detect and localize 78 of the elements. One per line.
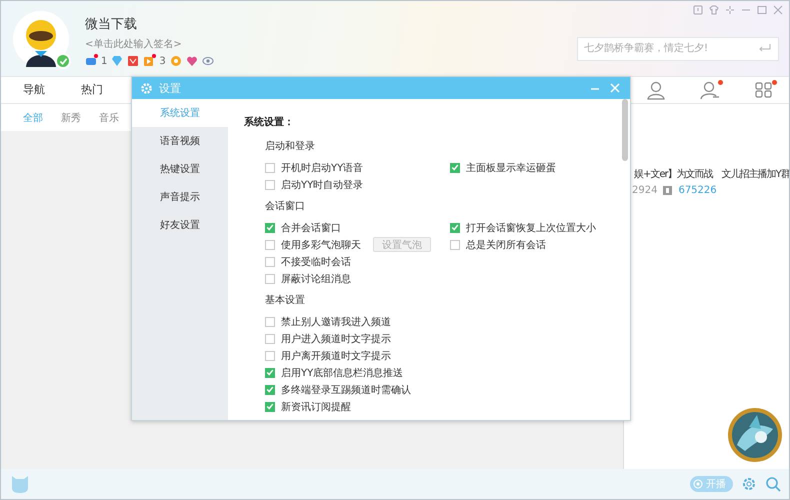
option-label: 总是关闭所有会话 (466, 238, 546, 252)
group-title: 基本设置 (265, 294, 306, 307)
heart-icon[interactable] (186, 55, 198, 67)
group-title: 启动和登录 (265, 140, 316, 153)
group-title: 会话窗口 (265, 200, 306, 213)
shirt-icon[interactable] (709, 5, 719, 15)
id-icon (663, 186, 672, 195)
mascot-icon[interactable] (9, 474, 31, 494)
close-icon[interactable] (773, 5, 783, 15)
option-label: 启动YY时自动登录 (281, 178, 364, 192)
enter-icon[interactable] (759, 44, 771, 52)
scrollbar[interactable] (622, 99, 628, 161)
checkbox[interactable] (265, 274, 275, 284)
option-label: 新资讯订阅提醒 (281, 400, 351, 414)
checkbox[interactable] (265, 180, 275, 190)
section-heading: 系统设置： (244, 116, 295, 129)
checkbox[interactable] (450, 162, 460, 172)
option-label: 用户进入频道时文字提示 (281, 332, 391, 346)
record-icon (693, 479, 703, 489)
maximize-icon[interactable] (757, 5, 767, 15)
person-icon[interactable] (645, 80, 667, 100)
checkbox[interactable] (450, 240, 460, 250)
option-label: 开机时启动YY语音 (281, 162, 364, 174)
settings-category[interactable]: 热键设置 (132, 155, 228, 183)
coin-icon[interactable] (170, 55, 182, 67)
eye-icon[interactable] (202, 55, 214, 67)
option-label: 不接受临时会话 (281, 256, 351, 268)
play-icon[interactable] (143, 55, 156, 67)
option-label: 用户离开频道时文字提示 (281, 350, 391, 362)
dialog-title: 设置 (159, 80, 181, 96)
category-tab[interactable]: 新秀 (61, 110, 81, 124)
settings-icon (140, 82, 153, 94)
user-name: 微当下载 (85, 16, 138, 33)
settings-icon[interactable] (741, 476, 757, 492)
channel-title[interactable]: 娱+文er】为文而战 文儿招主播加Y群 (634, 167, 789, 181)
search-icon[interactable] (765, 476, 781, 492)
checkbox[interactable] (265, 222, 275, 232)
people-icon[interactable] (699, 80, 721, 100)
avatar[interactable] (13, 11, 69, 67)
option-label: 多终端登录互踢频道时需确认 (281, 384, 411, 396)
option-label: 禁止别人邀请我进入频道 (281, 316, 391, 328)
nav-tab[interactable]: 热门 (81, 77, 103, 103)
nav-tab[interactable]: 导航 (23, 77, 45, 103)
category-tab[interactable]: 全部 (23, 110, 43, 124)
diamond-icon[interactable] (111, 55, 124, 67)
option-label: 使用多彩气泡聊天 (281, 238, 361, 252)
checkbox[interactable] (265, 350, 275, 360)
sparkle-icon[interactable] (725, 5, 735, 15)
checkbox[interactable] (265, 316, 275, 326)
search-field[interactable]: 七夕鹊桥争霸赛，情定七夕! (577, 36, 779, 60)
settings-category[interactable]: 好友设置 (132, 211, 228, 239)
online-count: 2924 (632, 185, 658, 196)
checkbox[interactable] (265, 384, 275, 394)
gamepad-icon[interactable] (85, 55, 97, 67)
settings-category[interactable]: 声音提示 (132, 183, 228, 211)
checkbox[interactable] (265, 402, 275, 412)
checkbox[interactable] (265, 368, 275, 378)
signature-field[interactable]: <单击此处输入签名> (85, 37, 214, 51)
checkbox[interactable] (265, 162, 275, 172)
bubble-settings-button[interactable]: 设置气泡 (373, 237, 431, 252)
option-label: 屏蔽讨论组消息 (281, 272, 351, 286)
checkbox[interactable] (265, 256, 275, 266)
option-label: 启用YY底部信息栏消息推送 (281, 366, 404, 380)
option-label: 合并会话窗口 (281, 222, 341, 234)
option-label: 主面板显示幸运砸蛋 (466, 162, 556, 174)
checkbox[interactable] (450, 222, 460, 232)
badge-count: 1 (101, 56, 108, 66)
settings-category[interactable]: 系统设置 (132, 99, 228, 127)
category-tab[interactable]: 音乐 (99, 110, 119, 124)
close-icon (610, 83, 620, 93)
checkbox[interactable] (265, 334, 275, 344)
badge-count: 3 (159, 56, 166, 66)
feedback-icon[interactable] (693, 5, 703, 15)
close-button[interactable] (608, 81, 622, 95)
option-label: 打开会话窗恢复上次位置大小 (466, 222, 596, 234)
checkbox[interactable] (265, 240, 275, 250)
settings-category[interactable]: 语音视频 (132, 127, 228, 155)
channel-id[interactable]: 675226 (678, 185, 717, 196)
